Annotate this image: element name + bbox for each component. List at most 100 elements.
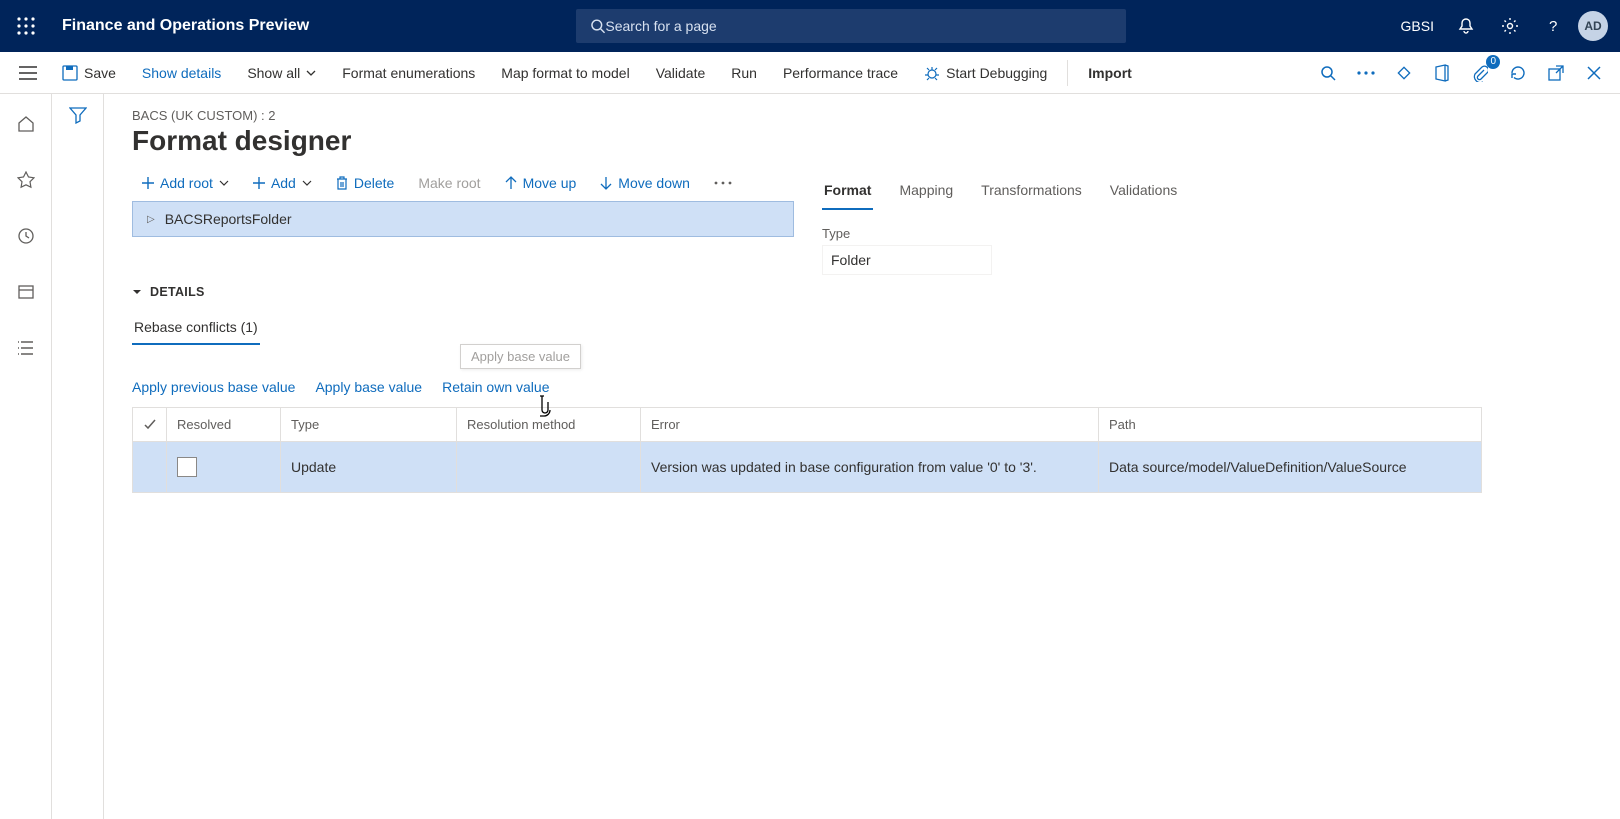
notifications-button[interactable] <box>1446 0 1486 52</box>
rail-home[interactable] <box>8 106 44 142</box>
popout-icon <box>1548 65 1564 81</box>
expand-icon[interactable]: ▷ <box>147 214 155 225</box>
global-search[interactable] <box>576 9 1126 43</box>
help-button[interactable]: ? <box>1534 0 1574 52</box>
filter-button[interactable] <box>69 106 87 819</box>
rail-modules[interactable] <box>8 330 44 366</box>
app-title: Finance and Operations Preview <box>52 17 309 35</box>
funnel-icon <box>69 106 87 124</box>
add-button[interactable]: Add <box>243 171 322 195</box>
popout-button[interactable] <box>1538 55 1574 91</box>
resolved-checkbox[interactable] <box>177 457 197 477</box>
conflicts-table: Resolved Type Resolution method Error Pa… <box>132 407 1482 493</box>
add-label: Add <box>271 175 296 191</box>
map-format-button[interactable]: Map format to model <box>489 59 641 87</box>
tree-node-root[interactable]: ▷ BACSReportsFolder <box>132 201 794 237</box>
tree-overflow-button[interactable] <box>704 177 742 189</box>
show-all-dropdown[interactable]: Show all <box>235 59 328 87</box>
refresh-icon <box>1509 64 1527 82</box>
col-resolved[interactable]: Resolved <box>167 408 281 441</box>
global-header: Finance and Operations Preview GBSI ? AD <box>0 0 1620 52</box>
retain-own-label: Retain own value <box>442 379 549 395</box>
user-avatar[interactable]: AD <box>1578 11 1608 41</box>
show-details-button[interactable]: Show details <box>130 59 233 87</box>
prop-type-value[interactable]: Folder <box>822 245 992 275</box>
cell-select[interactable] <box>133 442 167 492</box>
run-label: Run <box>731 65 757 81</box>
delete-label: Delete <box>354 175 394 191</box>
plus-icon <box>142 177 154 189</box>
format-enum-label: Format enumerations <box>342 65 475 81</box>
validate-button[interactable]: Validate <box>644 59 718 87</box>
move-up-button[interactable]: Move up <box>495 171 587 195</box>
prop-tabs: Format Mapping Transformations Validatio… <box>822 176 1582 210</box>
apply-prev-base-button[interactable]: Apply previous base value <box>132 379 295 395</box>
format-enum-button[interactable]: Format enumerations <box>330 59 487 87</box>
col-select[interactable] <box>133 408 167 441</box>
search-command-button[interactable] <box>1310 55 1346 91</box>
diamond-icon <box>1395 64 1413 82</box>
property-grid: Type Folder <box>822 224 1582 275</box>
cell-resolved[interactable] <box>167 442 281 492</box>
tab-validations[interactable]: Validations <box>1108 176 1179 210</box>
col-type[interactable]: Type <box>281 408 457 441</box>
tab-transformations[interactable]: Transformations <box>979 176 1084 210</box>
overflow-button[interactable] <box>1348 55 1384 91</box>
ellipsis-icon <box>1357 71 1375 75</box>
add-root-button[interactable]: Add root <box>132 171 239 195</box>
start-debug-label: Start Debugging <box>946 65 1047 81</box>
chevron-down-icon <box>219 178 229 188</box>
rail-recent[interactable] <box>8 218 44 254</box>
start-debug-button[interactable]: Start Debugging <box>912 59 1059 87</box>
workspace-icon <box>17 283 35 301</box>
rail-workspaces[interactable] <box>8 274 44 310</box>
perf-trace-button[interactable]: Performance trace <box>771 59 910 87</box>
table-row[interactable]: Update Version was updated in base confi… <box>133 442 1481 492</box>
save-button[interactable]: Save <box>50 59 128 87</box>
bug-icon <box>924 65 940 81</box>
arrow-up-icon <box>505 176 517 190</box>
breadcrumb: BACS (UK CUSTOM) : 2 <box>132 108 1600 123</box>
add-root-label: Add root <box>160 175 213 191</box>
header-right: GBSI ? AD <box>1393 0 1620 52</box>
office-button[interactable] <box>1424 55 1460 91</box>
details-header-label: DETAILS <box>150 285 205 299</box>
separator <box>1067 60 1068 86</box>
paperclip-icon <box>1472 64 1488 82</box>
col-method[interactable]: Resolution method <box>457 408 641 441</box>
app-launcher-button[interactable] <box>0 17 52 35</box>
apply-base-button[interactable]: Apply base value <box>315 379 422 395</box>
map-format-label: Map format to model <box>501 65 629 81</box>
close-icon <box>1587 66 1601 80</box>
page-title: Format designer <box>132 125 1600 157</box>
move-down-button[interactable]: Move down <box>590 171 700 195</box>
company-picker[interactable]: GBSI <box>1393 18 1442 34</box>
search-input[interactable] <box>605 18 1111 34</box>
rail-favorites[interactable] <box>8 162 44 198</box>
tab-mapping[interactable]: Mapping <box>897 176 955 210</box>
details-section: DETAILS Rebase conflicts (1) Apply previ… <box>132 285 1600 493</box>
col-error[interactable]: Error <box>641 408 1099 441</box>
question-icon: ? <box>1545 17 1563 35</box>
tab-format[interactable]: Format <box>822 176 873 210</box>
import-button[interactable]: Import <box>1076 59 1144 87</box>
svg-text:?: ? <box>1549 18 1557 35</box>
tab-mapping-label: Mapping <box>899 182 953 198</box>
retain-own-button[interactable]: Retain own value <box>442 379 549 395</box>
settings-button[interactable] <box>1490 0 1530 52</box>
close-button[interactable] <box>1576 55 1612 91</box>
subtab-rebase-conflicts[interactable]: Rebase conflicts (1) <box>132 313 260 345</box>
nav-toggle-button[interactable] <box>8 66 48 80</box>
main-content: BACS (UK CUSTOM) : 2 Format designer Add… <box>104 94 1620 819</box>
attachments-button[interactable]: 0 <box>1462 55 1498 91</box>
col-path[interactable]: Path <box>1099 408 1481 441</box>
bell-icon <box>1457 17 1475 35</box>
refresh-button[interactable] <box>1500 55 1536 91</box>
details-header[interactable]: DETAILS <box>132 285 1600 299</box>
run-button[interactable]: Run <box>719 59 769 87</box>
show-details-label: Show details <box>142 65 221 81</box>
delete-button[interactable]: Delete <box>326 171 404 195</box>
subtab-label: Rebase conflicts (1) <box>134 319 258 335</box>
connector-button[interactable] <box>1386 55 1422 91</box>
gear-icon <box>1501 17 1519 35</box>
